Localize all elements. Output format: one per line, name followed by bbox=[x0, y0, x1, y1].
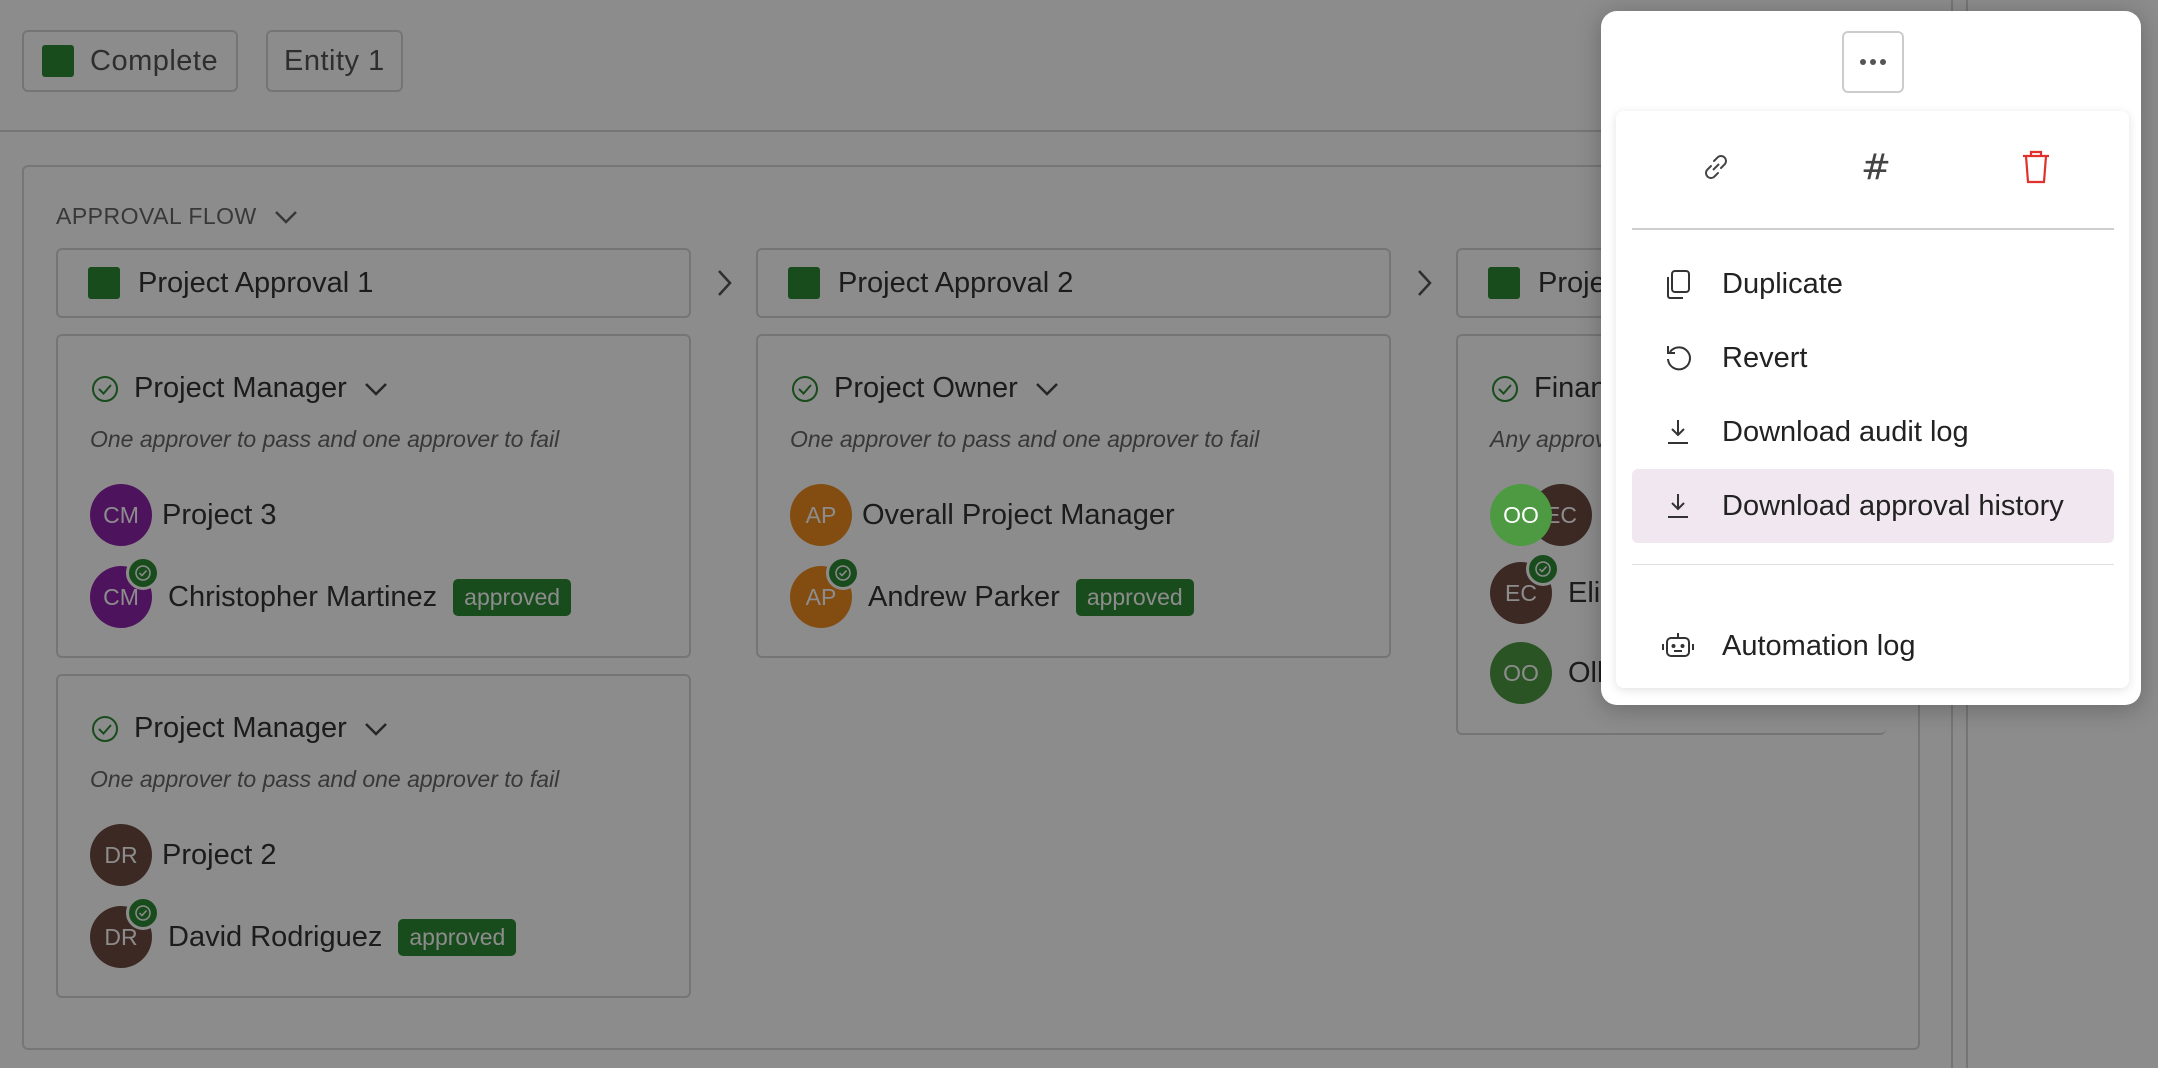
actions-menu: # Duplicate Revert Download audit log Do… bbox=[1616, 111, 2129, 688]
link-icon bbox=[1705, 155, 1727, 179]
undo-icon bbox=[1648, 342, 1708, 374]
copy-link-button[interactable] bbox=[1690, 141, 1742, 193]
robot-icon bbox=[1648, 630, 1708, 662]
menu-item-label: Revert bbox=[1722, 341, 1808, 374]
trash-icon bbox=[2023, 150, 2049, 184]
menu-item-download-audit-log[interactable]: Download audit log bbox=[1632, 395, 2114, 469]
ellipsis-icon bbox=[1860, 59, 1886, 65]
download-icon bbox=[1648, 416, 1708, 448]
menu-item-label: Download approval history bbox=[1722, 489, 2064, 522]
menu-item-label: Download audit log bbox=[1722, 415, 1969, 448]
divider bbox=[1632, 228, 2114, 230]
copy-id-button[interactable]: # bbox=[1850, 141, 1902, 193]
copy-icon bbox=[1648, 267, 1708, 301]
menu-item-automation-log[interactable]: Automation log bbox=[1632, 609, 2114, 683]
download-icon bbox=[1648, 490, 1708, 522]
avatar: OO bbox=[1490, 484, 1552, 546]
delete-button[interactable] bbox=[2010, 141, 2062, 193]
menu-item-duplicate[interactable]: Duplicate bbox=[1632, 247, 2114, 321]
menu-item-label: Automation log bbox=[1722, 629, 1916, 662]
quick-actions-row: # bbox=[1616, 111, 2129, 219]
menu-item-download-approval-history[interactable]: Download approval history bbox=[1632, 469, 2114, 543]
menu-item-revert[interactable]: Revert bbox=[1632, 321, 2114, 395]
hash-icon: # bbox=[1860, 146, 1892, 188]
more-options-button[interactable] bbox=[1842, 31, 1904, 93]
actions-popup: # Duplicate Revert Download audit log Do… bbox=[1601, 11, 2141, 705]
divider bbox=[1632, 564, 2114, 565]
menu-item-label: Duplicate bbox=[1722, 267, 1843, 300]
